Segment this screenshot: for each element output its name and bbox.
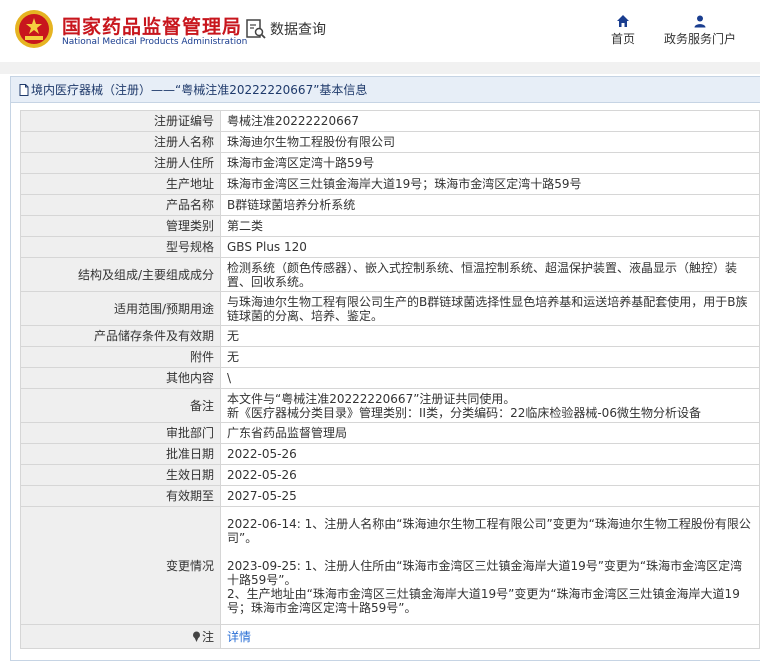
row-label: 管理类别 [20, 215, 221, 237]
row-label: 注册证编号 [20, 110, 221, 132]
row-value: 无 [220, 325, 760, 347]
row-value: 珠海市金湾区三灶镇金海岸大道19号；珠海市金湾区定湾十路59号 [220, 173, 760, 195]
table-row: 注 详情 [20, 624, 760, 649]
table-row: 附件 无 [20, 346, 760, 368]
row-value: \ [220, 367, 760, 389]
data-query-label: 数据查询 [270, 22, 326, 38]
row-value: 第二类 [220, 215, 760, 237]
change-spacer [227, 545, 753, 559]
row-label: 其他内容 [20, 367, 221, 389]
details-link[interactable]: 详情 [227, 630, 251, 644]
pin-icon [192, 631, 200, 642]
row-label: 备注 [20, 388, 221, 423]
table-row: 适用范围/预期用途 与珠海迪尔生物工程有限公司生产的B群链球菌选择性显色培养基和… [20, 291, 760, 326]
data-query-link[interactable]: 数据查询 [245, 18, 326, 40]
remark-line-1: 本文件与“粤械注准20222220667”注册证共同使用。 [227, 391, 516, 406]
row-label: 生效日期 [20, 464, 221, 486]
row-value: 珠海市金湾区定湾十路59号 [220, 152, 760, 174]
row-value: 检测系统（颜色传感器）、嵌入式控制系统、恒温控制系统、超温保护装置、液晶显示（触… [220, 257, 760, 292]
table-row: 型号规格 GBS Plus 120 [20, 236, 760, 258]
row-label: 批准日期 [20, 443, 221, 465]
nav-service-portal[interactable]: 政务服务门户 [660, 14, 740, 47]
registration-info-table: 注册证编号 粤械注准20222220667 注册人名称 珠海迪尔生物工程股份有限… [20, 110, 760, 649]
table-row: 注册人名称 珠海迪尔生物工程股份有限公司 [20, 131, 760, 153]
row-label: 产品储存条件及有效期 [20, 325, 221, 347]
site-header: 国家药品监督管理局 National Medical Products Admi… [0, 0, 760, 62]
table-row: 有效期至 2027-05-25 [20, 485, 760, 507]
panel-title: 境内医疗器械（注册）——“粤械注准20222220667”基本信息 [31, 83, 368, 97]
table-row: 备注 本文件与“粤械注准20222220667”注册证共同使用。 新《医疗器械分… [20, 388, 760, 423]
table-row: 结构及组成/主要组成成分 检测系统（颜色传感器）、嵌入式控制系统、恒温控制系统、… [20, 257, 760, 292]
row-value: 珠海迪尔生物工程股份有限公司 [220, 131, 760, 153]
row-value: 本文件与“粤械注准20222220667”注册证共同使用。 新《医疗器械分类目录… [220, 388, 760, 423]
table-row: 生效日期 2022-05-26 [20, 464, 760, 486]
row-value: 2022-06-14: 1、注册人名称由“珠海迪尔生物工程有限公司”变更为“珠海… [220, 506, 760, 625]
row-label: 注 [20, 624, 221, 649]
row-value: GBS Plus 120 [220, 236, 760, 258]
row-value: B群链球菌培养分析系统 [220, 194, 760, 216]
change-entry-2b: 2、生产地址由“珠海市金湾区三灶镇金海岸大道19号”变更为“珠海市金湾区三灶镇金… [227, 586, 740, 615]
row-label: 附件 [20, 346, 221, 368]
table-row: 产品名称 B群链球菌培养分析系统 [20, 194, 760, 216]
home-icon [617, 15, 629, 27]
row-label: 结构及组成/主要组成成分 [20, 257, 221, 292]
header-divider [0, 62, 760, 74]
table-row: 批准日期 2022-05-26 [20, 443, 760, 465]
panel-title-bar: 境内医疗器械（注册）——“粤械注准20222220667”基本信息 [11, 77, 760, 103]
document-search-icon [246, 19, 266, 39]
table-row: 其他内容 \ [20, 367, 760, 389]
nav-portal-label: 政务服务门户 [663, 32, 736, 46]
change-entry-2a: 2023-09-25: 1、注册人住所由“珠海市金湾区三灶镇金海岸大道19号”变… [227, 558, 743, 587]
row-value: 2022-05-26 [220, 443, 760, 465]
nav-home-label: 首页 [610, 32, 635, 46]
document-icon [19, 83, 29, 96]
row-label: 型号规格 [20, 236, 221, 258]
row-value: 2022-05-26 [220, 464, 760, 486]
table-row: 生产地址 珠海市金湾区三灶镇金海岸大道19号；珠海市金湾区定湾十路59号 [20, 173, 760, 195]
table-row: 产品储存条件及有效期 无 [20, 325, 760, 347]
table-row: 注册人住所 珠海市金湾区定湾十路59号 [20, 152, 760, 174]
site-name-cn: 国家药品监督管理局 [62, 16, 243, 38]
note-label: 注 [201, 629, 214, 644]
user-icon [694, 15, 706, 28]
row-label: 变更情况 [20, 506, 221, 625]
nav-home[interactable]: 首页 [604, 14, 642, 47]
row-value: 与珠海迪尔生物工程有限公司生产的B群链球菌选择性显色培养基和运送培养基配套使用，… [220, 291, 760, 326]
table-row: 注册证编号 粤械注准20222220667 [20, 110, 760, 132]
table-row: 管理类别 第二类 [20, 215, 760, 237]
row-value: 广东省药品监督管理局 [220, 422, 760, 444]
change-entry-1: 2022-06-14: 1、注册人名称由“珠海迪尔生物工程有限公司”变更为“珠海… [227, 516, 751, 545]
table-row: 变更情况 2022-06-14: 1、注册人名称由“珠海迪尔生物工程有限公司”变… [20, 506, 760, 625]
row-label: 注册人住所 [20, 152, 221, 174]
row-label: 生产地址 [20, 173, 221, 195]
table-row: 审批部门 广东省药品监督管理局 [20, 422, 760, 444]
row-value: 粤械注准20222220667 [220, 110, 760, 132]
row-label: 适用范围/预期用途 [20, 291, 221, 326]
row-label: 注册人名称 [20, 131, 221, 153]
row-label: 有效期至 [20, 485, 221, 507]
row-value: 无 [220, 346, 760, 368]
row-label: 产品名称 [20, 194, 221, 216]
row-label: 审批部门 [20, 422, 221, 444]
remark-line-2: 新《医疗器械分类目录》管理类别：II类，分类编码：22临床检验器械-06微生物分… [227, 405, 701, 420]
row-value: 详情 [220, 624, 760, 649]
site-name-en: National Medical Products Administration [62, 37, 248, 47]
national-emblem-logo [15, 10, 53, 48]
row-value: 2027-05-25 [220, 485, 760, 507]
